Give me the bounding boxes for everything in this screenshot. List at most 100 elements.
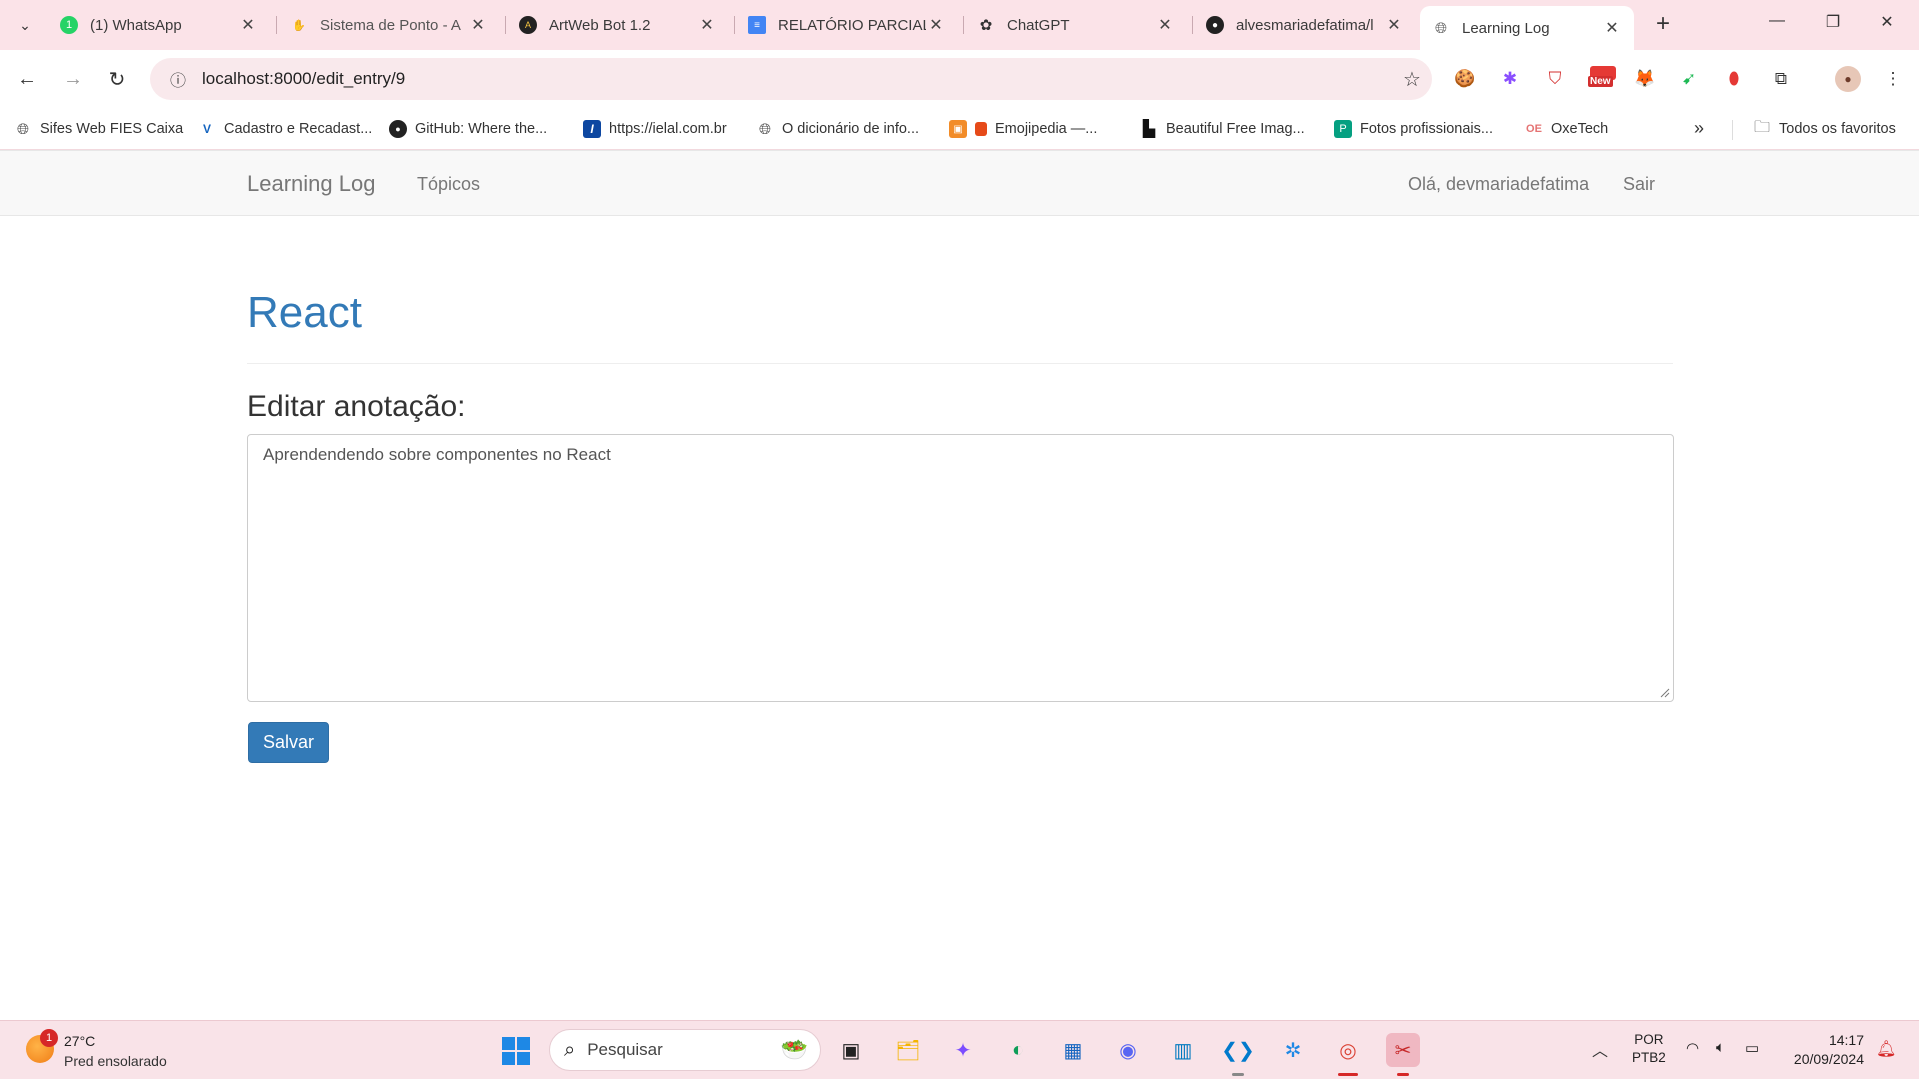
language-indicator[interactable]: POR PTB2 — [1632, 1031, 1666, 1067]
close-icon[interactable]: ✕ — [1602, 18, 1622, 38]
chatgpt-icon: ✿ — [979, 17, 993, 34]
chrome-icon[interactable]: ◎ — [1331, 1033, 1365, 1067]
github-icon: ● — [1206, 16, 1224, 34]
close-icon[interactable]: ✕ — [697, 15, 717, 35]
battery-icon[interactable]: ▭ — [1745, 1039, 1759, 1057]
bookmarks-divider — [1732, 120, 1733, 140]
hand-icon: ✋ — [292, 19, 306, 32]
shield-extension-icon[interactable]: ⛉ — [1542, 66, 1568, 92]
opera-extension-icon[interactable]: ⬮ — [1721, 66, 1747, 92]
discord-icon[interactable]: ◉ — [1111, 1033, 1145, 1067]
nav-link-topics[interactable]: Tópicos — [417, 174, 480, 195]
bookmark-item[interactable]: P Fotos profissionais... — [1334, 118, 1493, 140]
chevron-up-icon[interactable]: ︿ — [1592, 1037, 1608, 1061]
tab-title: Learning Log — [1462, 19, 1550, 37]
search-highlight-icon: 🥗 — [780, 1037, 808, 1062]
vscode-icon[interactable]: ❮❯ — [1221, 1033, 1255, 1067]
clock[interactable]: 14:17 20/09/2024 — [1784, 1031, 1864, 1069]
volume-icon[interactable]: 🔈︎ — [1716, 1039, 1725, 1056]
entry-textarea[interactable]: Aprendendendo sobre componentes no React — [247, 434, 1674, 702]
forward-button[interactable]: → — [58, 64, 88, 94]
close-icon[interactable]: ✕ — [468, 15, 488, 35]
bookmark-item[interactable]: ▣ Emojipedia —... — [949, 118, 1097, 140]
bookmark-item[interactable]: V Cadastro e Recadast... — [198, 118, 372, 140]
bookmark-label: Todos os favoritos — [1779, 121, 1896, 137]
tab-sistema-ponto[interactable]: ✋ Sistema de Ponto - A ✕ — [278, 8, 500, 42]
close-icon[interactable]: ✕ — [1155, 15, 1175, 35]
unsplash-icon: ▙ — [1142, 121, 1156, 138]
bookmark-label: Sifes Web FIES Caixa — [40, 121, 184, 137]
nav-greeting[interactable]: Olá, devmariadefatima — [1408, 174, 1589, 195]
profile-avatar[interactable]: ● — [1835, 66, 1861, 92]
app-navbar: Learning Log Tópicos Olá, devmariadefati… — [0, 150, 1919, 216]
copilot-icon[interactable]: ✦ — [946, 1033, 980, 1067]
v-logo-icon: V — [202, 122, 211, 136]
whatsapp-icon: 1 — [60, 16, 78, 34]
taskbar-search[interactable]: ⌕ Pesquisar 🥗 — [549, 1029, 821, 1071]
back-button[interactable]: ← — [12, 64, 42, 94]
tab-github[interactable]: ● alvesmariadefatima/l ✕ — [1194, 8, 1416, 42]
edge-icon[interactable]: ◐ — [1001, 1033, 1035, 1067]
store-icon[interactable]: ▦ — [1056, 1033, 1090, 1067]
tab-relatorio[interactable]: ≡ RELATÓRIO PARCIAL ✕ — [736, 8, 958, 42]
gear-extension-icon[interactable]: ✱ — [1497, 66, 1523, 92]
brand-link[interactable]: Learning Log — [247, 171, 375, 197]
reload-button[interactable]: ↻ — [102, 64, 132, 94]
bookmark-item[interactable]: OE OxeTech — [1525, 118, 1608, 140]
site-info-icon[interactable]: ⓘ — [160, 67, 196, 91]
close-icon[interactable]: ✕ — [926, 15, 946, 35]
url-text[interactable]: localhost:8000/edit_entry/9 — [202, 69, 1392, 89]
app-icon[interactable]: ✲ — [1276, 1033, 1310, 1067]
chevron-double-right-icon[interactable]: » — [1694, 118, 1704, 139]
tab-separator — [1192, 16, 1193, 34]
minimize-button[interactable]: — — [1762, 12, 1792, 38]
cookie-extension-icon[interactable]: 🍪 — [1452, 66, 1478, 92]
bookmark-label: GitHub: Where the... — [415, 121, 548, 137]
tab-title: alvesmariadefatima/l — [1236, 16, 1374, 34]
trello-icon[interactable]: ▥ — [1166, 1033, 1200, 1067]
snipping-tool-icon[interactable]: ✂ — [1386, 1033, 1420, 1067]
restore-button[interactable]: ❐ — [1818, 12, 1848, 38]
tab-search-button[interactable]: ⌄ — [10, 10, 40, 40]
date: 20/09/2024 — [1793, 1051, 1864, 1067]
bookmark-label: O dicionário de info... — [782, 121, 920, 137]
address-bar[interactable]: ⓘ localhost:8000/edit_entry/9 ☆ — [150, 58, 1432, 100]
bookmark-item[interactable]: 🌐︎ O dicionário de info... — [756, 118, 919, 140]
wifi-icon[interactable]: ◠ — [1686, 1039, 1699, 1057]
close-icon[interactable]: ✕ — [238, 15, 258, 35]
weather-temperature[interactable]: 27°C — [64, 1033, 95, 1049]
save-button[interactable]: Salvar — [248, 722, 329, 763]
new-extension-icon[interactable]: New — [1586, 66, 1620, 92]
file-explorer-icon[interactable]: 🗂 — [891, 1033, 925, 1067]
bookmark-label: https://ielal.com.br — [609, 121, 727, 137]
resize-handle-icon[interactable] — [1660, 688, 1670, 698]
task-view-icon[interactable]: ▣ — [834, 1033, 868, 1067]
emojipedia-icon: ▣ — [949, 120, 967, 138]
all-bookmarks-folder[interactable]: 🗀 Todos os favoritos — [1753, 118, 1896, 140]
close-icon[interactable]: ✕ — [1384, 15, 1404, 35]
bookmark-item[interactable]: 🌐︎ Sifes Web FIES Caixa — [14, 118, 183, 140]
weather-description[interactable]: Pred ensolarado — [64, 1053, 167, 1069]
bookmark-star-icon[interactable]: ☆ — [1392, 67, 1432, 92]
close-window-button[interactable]: ✕ — [1872, 12, 1902, 38]
nav-link-logout[interactable]: Sair — [1623, 174, 1655, 195]
tab-chatgpt[interactable]: ✿ ChatGPT ✕ — [965, 8, 1187, 42]
artweb-icon: A — [519, 16, 537, 34]
tab-separator — [505, 16, 506, 34]
entry-text[interactable]: Aprendendendo sobre componentes no React — [263, 445, 611, 464]
new-tab-button[interactable]: + — [1650, 12, 1676, 38]
tab-artweb[interactable]: A ArtWeb Bot 1.2 ✕ — [507, 8, 729, 42]
puzzle-extensions-icon[interactable]: ⧉ — [1768, 66, 1794, 92]
bookmark-item[interactable]: ▙ Beautiful Free Imag... — [1140, 118, 1305, 140]
fox-extension-icon[interactable]: 🦊 — [1632, 66, 1658, 92]
bookmark-item[interactable]: I https://ielal.com.br — [583, 118, 727, 140]
windows-start-icon[interactable] — [502, 1037, 530, 1065]
tab-title: ArtWeb Bot 1.2 — [549, 16, 651, 34]
notification-bell-icon[interactable]: 🔔︎ — [1876, 1039, 1896, 1059]
menu-kebab-icon[interactable]: ⋮ — [1880, 66, 1906, 92]
tab-learning-log[interactable]: 🌐︎ Learning Log ✕ — [1420, 6, 1634, 50]
tab-whatsapp[interactable]: 1 (1) WhatsApp ✕ — [48, 8, 270, 42]
page-title[interactable]: React — [247, 288, 362, 338]
bird-extension-icon[interactable]: ➹ — [1676, 66, 1702, 92]
bookmark-item[interactable]: ● GitHub: Where the... — [389, 118, 547, 140]
